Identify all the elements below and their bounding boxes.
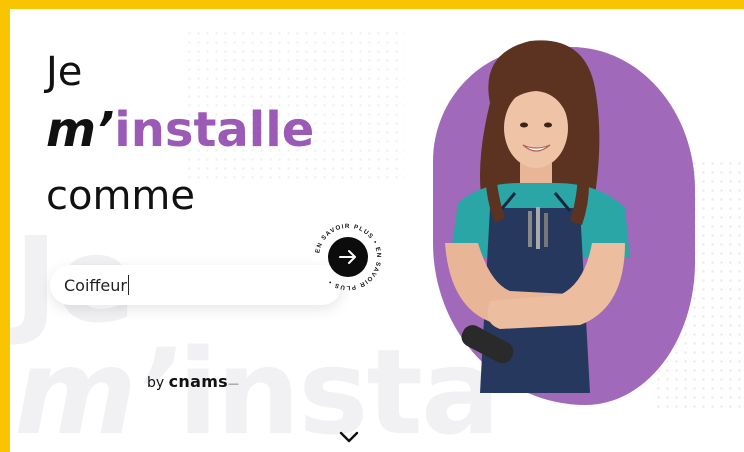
hairdresser-photo — [445, 40, 630, 393]
scroll-down-button[interactable] — [338, 429, 360, 448]
headline-line2-accent: installe — [114, 102, 315, 158]
profession-search-input[interactable]: Coiffeur — [50, 265, 342, 305]
text-cursor — [128, 275, 129, 295]
headline-line3: comme — [46, 173, 196, 219]
cnams-logo[interactable]: cnams — [169, 372, 228, 391]
byline-suffix: — — [228, 377, 239, 390]
headline-line1: Je — [46, 49, 83, 95]
learn-more-button[interactable]: EN SAVOIR PLUS • EN SAVOIR PLUS • — [312, 221, 384, 293]
hero-headline: Je m’installe comme — [46, 49, 314, 219]
arrow-right-icon — [339, 250, 356, 264]
byline-prefix: by — [147, 375, 165, 391]
arrow-circle[interactable] — [328, 237, 368, 277]
headline-line2: m’installe — [46, 101, 314, 159]
search-input-value: Coiffeur — [64, 275, 127, 295]
byline: by cnams— — [147, 372, 239, 391]
chevron-down-icon — [339, 431, 359, 443]
headline-line2-em: m’ — [46, 102, 115, 158]
page: Je m’insta Je m’installe comme Coiffeur … — [10, 9, 744, 452]
